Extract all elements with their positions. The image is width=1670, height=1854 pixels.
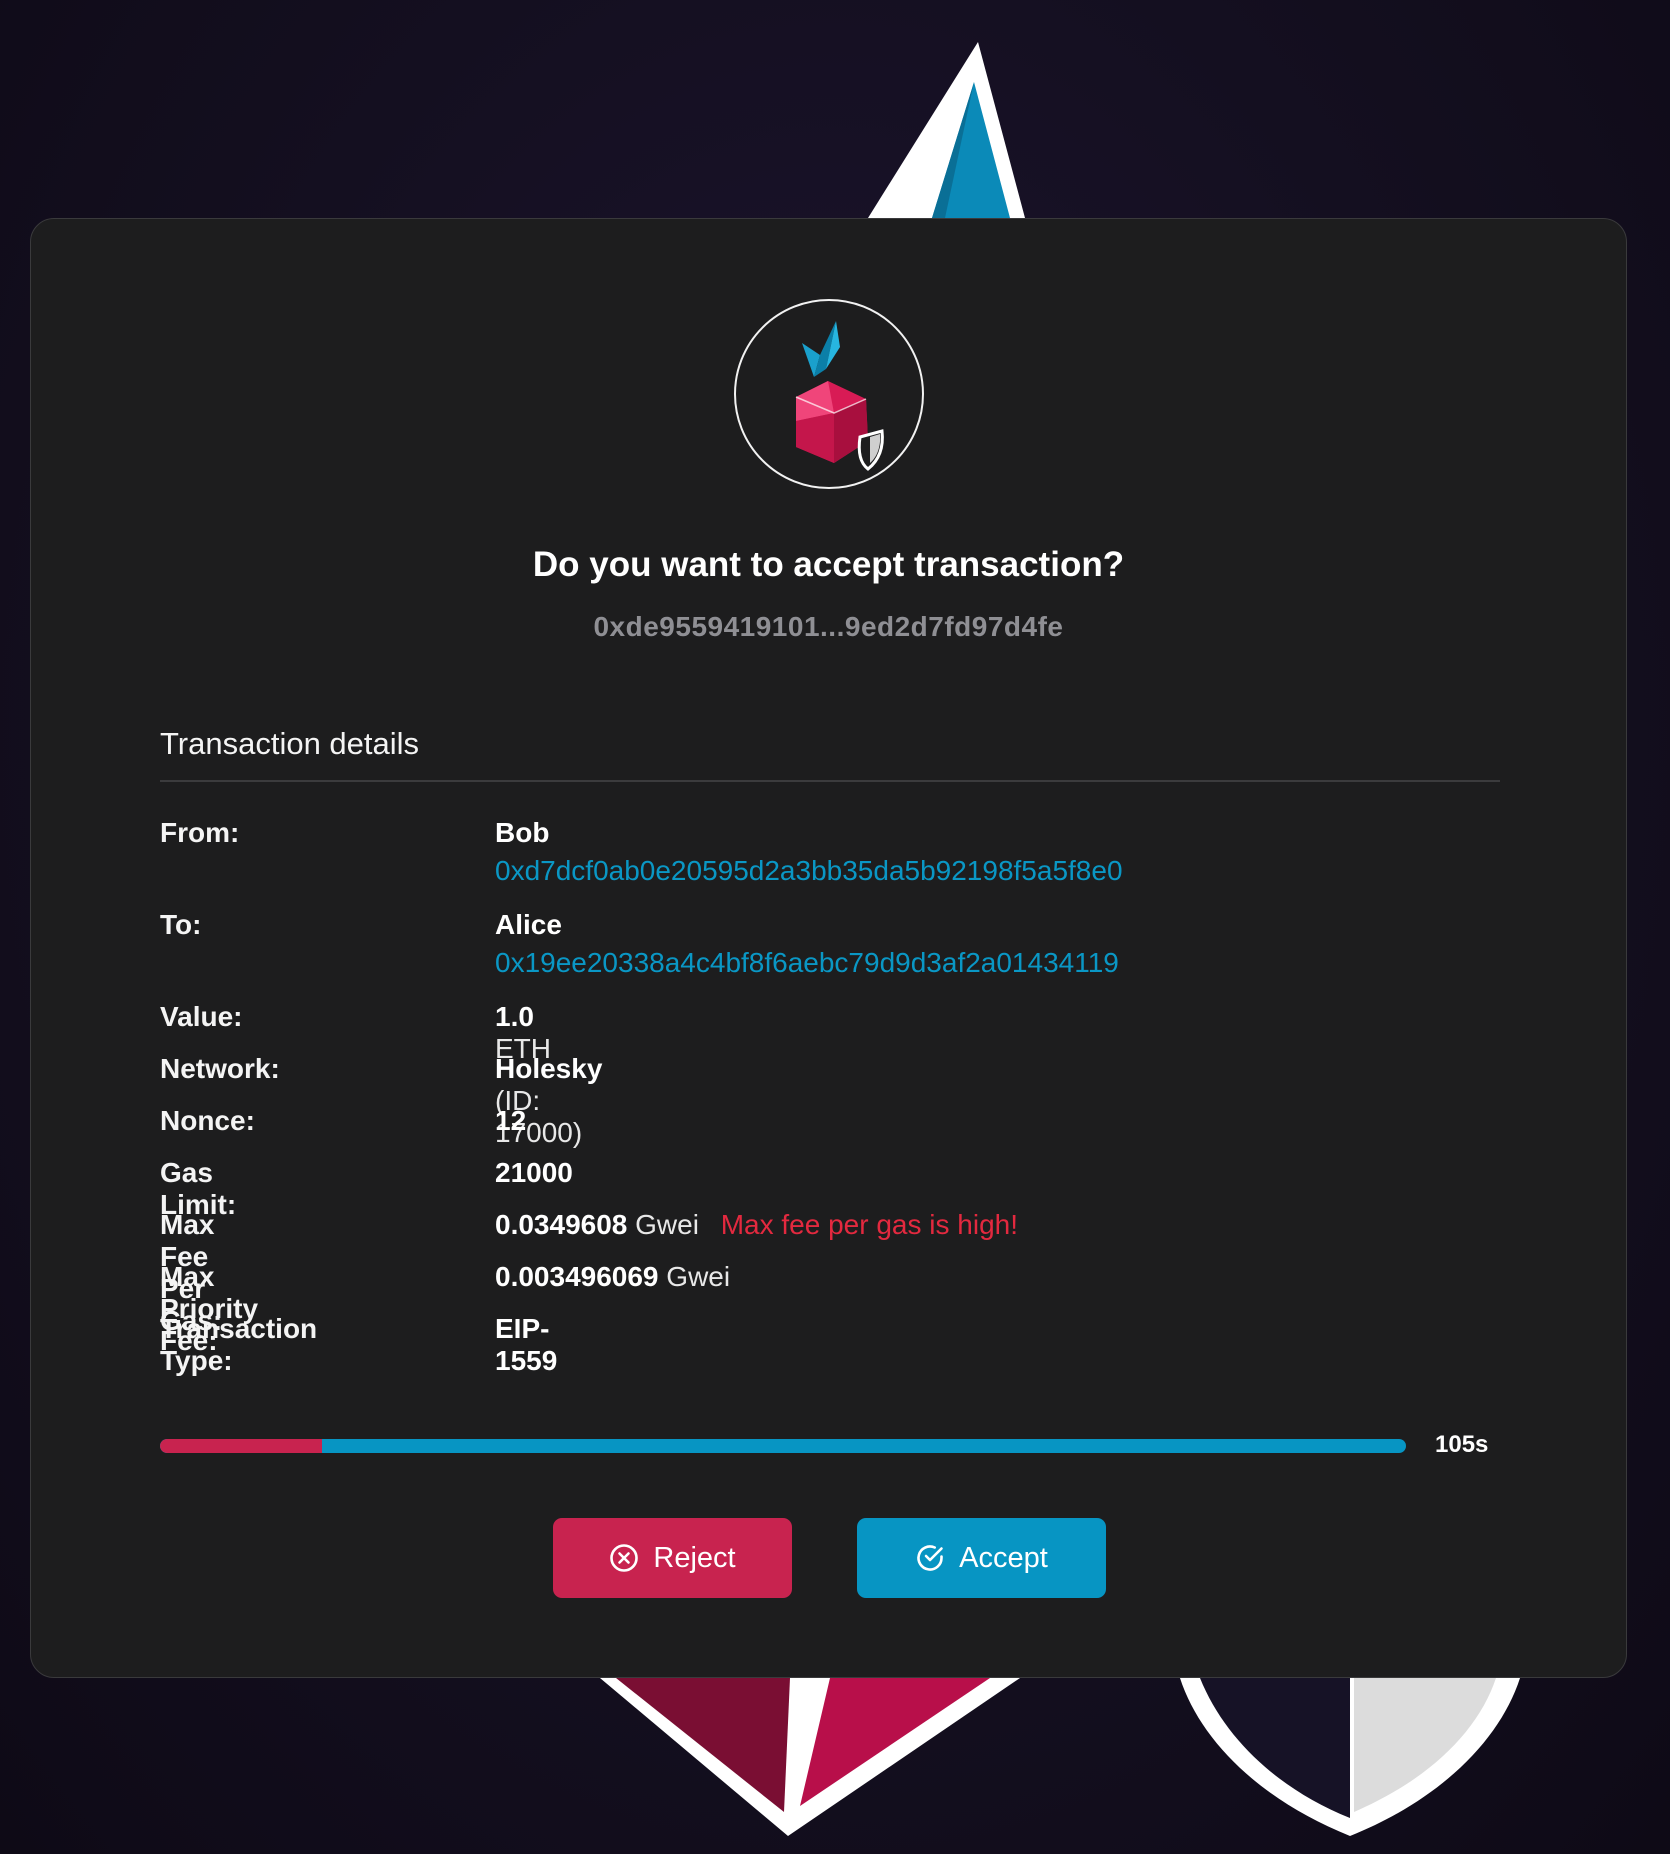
countdown-timer: 105s xyxy=(1435,1431,1489,1458)
transaction-modal: Do you want to accept transaction? 0xde9… xyxy=(30,218,1627,1678)
from-address-link[interactable]: 0xd7dcf0ab0e20595d2a3bb35da5b92198f5a5f8… xyxy=(495,855,1123,887)
max-fee-unit: Gwei xyxy=(635,1209,699,1240)
max-fee-amount: 0.0349608 xyxy=(495,1209,628,1240)
section-divider xyxy=(160,780,1500,782)
max-fee-warning: Max fee per gas is high! xyxy=(720,1209,1018,1240)
to-address-link[interactable]: 0x19ee20338a4c4bf8f6aebc79d9d3af2a014341… xyxy=(495,947,1119,979)
reject-button[interactable]: Reject xyxy=(553,1518,792,1598)
network-label: Network: xyxy=(160,1053,280,1084)
to-label: To: xyxy=(160,909,202,940)
network-name: Holesky xyxy=(495,1053,603,1084)
modal-title: Do you want to accept transaction? xyxy=(532,545,1125,584)
accept-button[interactable]: Accept xyxy=(857,1518,1106,1598)
countdown-progress-elapsed xyxy=(160,1439,322,1453)
max-priority-fee-unit: Gwei xyxy=(666,1261,731,1292)
nonce-label: Nonce: xyxy=(160,1105,255,1136)
gas-limit-value: 21000 xyxy=(495,1157,573,1188)
from-label: From: xyxy=(160,817,240,848)
transaction-hash: 0xde9559419101...9ed2d7fd97d4fe xyxy=(593,611,1064,642)
accept-button-label: Accept xyxy=(959,1541,1048,1574)
section-title: Transaction details xyxy=(160,726,420,761)
max-priority-fee-amount: 0.003496069 xyxy=(495,1261,659,1292)
from-name: Bob xyxy=(495,817,550,848)
app-logo xyxy=(734,299,924,489)
to-name: Alice xyxy=(495,909,562,940)
tx-type-label: Transaction Type: xyxy=(160,1313,318,1376)
nonce-value: 12 xyxy=(495,1105,527,1136)
value-label: Value: xyxy=(160,1001,243,1032)
countdown-progress-bar xyxy=(160,1439,1406,1453)
ruby-shield-logo-icon xyxy=(795,321,884,471)
reject-button-label: Reject xyxy=(653,1541,736,1574)
check-circle-icon xyxy=(915,1543,945,1573)
value-amount: 1.0 xyxy=(495,1001,534,1032)
tx-type-value: EIP-1559 xyxy=(495,1313,558,1376)
x-circle-icon xyxy=(609,1543,639,1573)
